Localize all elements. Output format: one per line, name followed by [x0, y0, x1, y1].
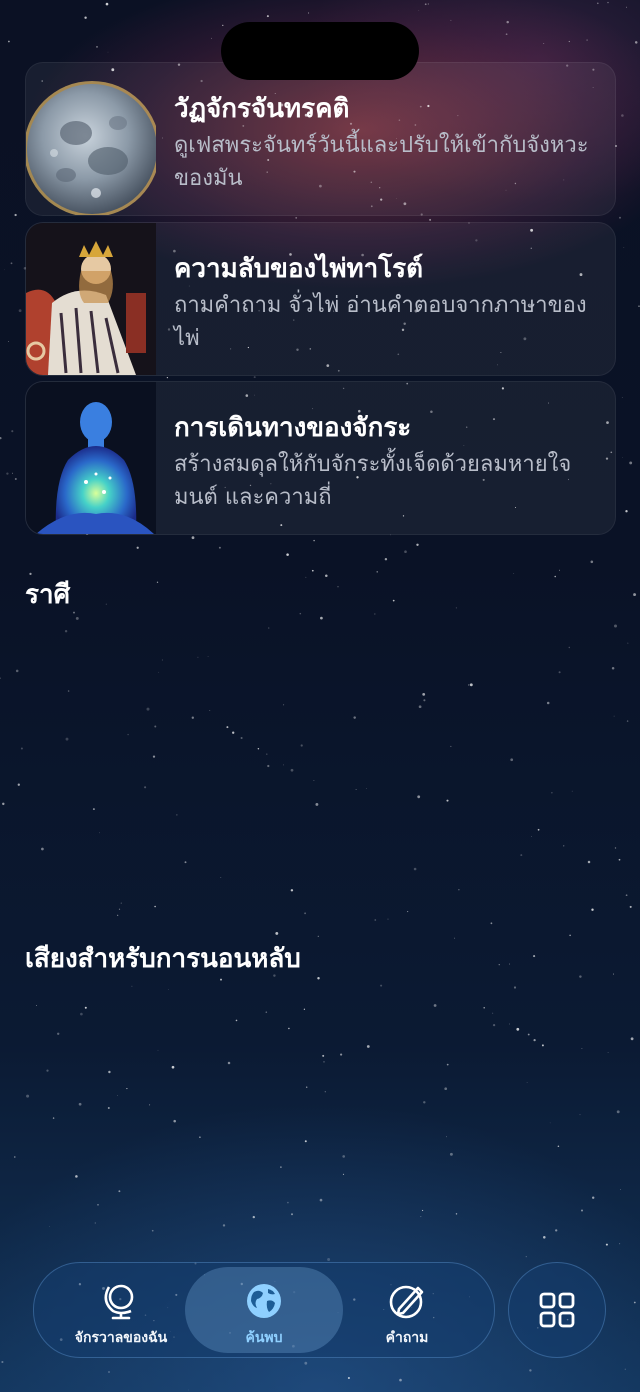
section-heading-sleep-sounds: เสียงสำหรับการนอนหลับ [25, 944, 301, 974]
card-description: ถามคำถาม จั่วไพ่ อ่านคำตอบจากภาษาของไพ่ [174, 293, 587, 351]
menu-grid-button[interactable] [508, 1262, 606, 1358]
card-title: ความลับของไพ่ทาโรต์ [174, 254, 424, 284]
card-description: สร้างสมดุลให้กับจักระทั้งเจ็ดด้วยลมหายใจ… [174, 452, 572, 510]
card-lunar-cycle[interactable]: วัฏจักรจันทรคติ ดูเฟสพระจันทร์วันนี้และป… [25, 62, 616, 216]
tab-label: คำถาม [385, 1330, 429, 1346]
tab-discover[interactable]: ค้นพบ [185, 1267, 343, 1353]
tab-my-universe[interactable]: จักรวาลของฉัน [42, 1267, 200, 1353]
bottom-tab-bar: จักรวาลของฉัน ค้นพบ คำถาม [33, 1262, 495, 1358]
compass-pencil-icon [389, 1285, 424, 1319]
camera-notch [221, 22, 419, 80]
tab-label: ค้นพบ [245, 1330, 283, 1346]
globe-stand-icon [104, 1284, 134, 1320]
card-chakra-journey[interactable]: การเดินทางของจักระ สร้างสมดุลให้กับจักระ… [25, 381, 616, 535]
card-title: วัฏจักรจันทรคติ [174, 94, 350, 124]
moon-image [26, 63, 156, 215]
grid-icon [539, 1292, 575, 1328]
card-title: การเดินทางของจักระ [174, 413, 412, 443]
card-description: ดูเฟสพระจันทร์วันนี้และปรับให้เข้ากับจัง… [174, 133, 589, 191]
earth-icon [247, 1284, 281, 1318]
tab-label: จักรวาลของฉัน [74, 1330, 168, 1346]
tab-questions[interactable]: คำถาม [328, 1267, 486, 1353]
card-tarot-secrets[interactable]: ความลับของไพ่ทาโรต์ ถามคำถาม จั่วไพ่ อ่า… [25, 222, 616, 376]
section-heading-zodiac: ราศี [25, 580, 71, 610]
tarot-card-image [26, 223, 156, 375]
meditating-figure-image [26, 382, 156, 534]
